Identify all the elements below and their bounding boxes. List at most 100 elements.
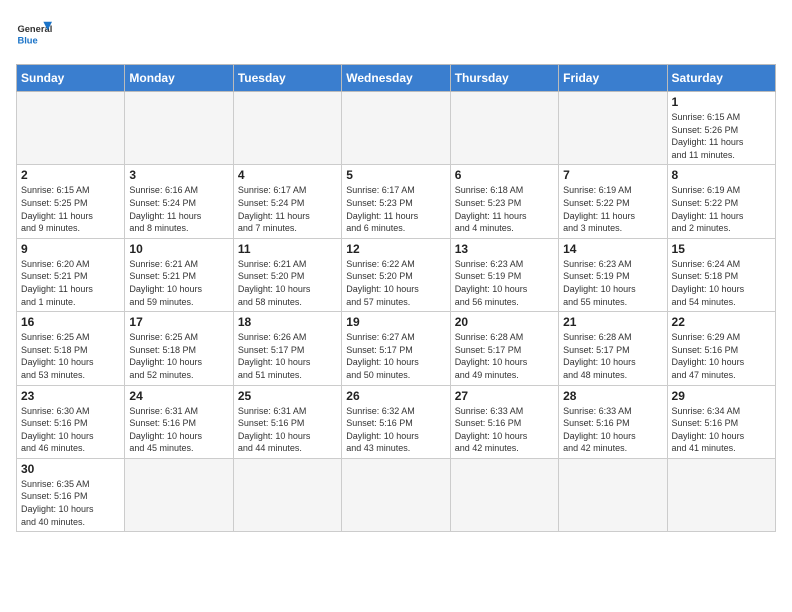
calendar-cell bbox=[559, 458, 667, 531]
day-number: 8 bbox=[672, 168, 771, 182]
calendar-cell: 9 Sunrise: 6:20 AM Sunset: 5:21 PM Daylig… bbox=[17, 238, 125, 311]
day-header-saturday: Saturday bbox=[667, 65, 775, 92]
day-info: Sunrise: 6:23 AM Sunset: 5:19 PM Dayligh… bbox=[563, 258, 662, 308]
calendar-cell bbox=[233, 458, 341, 531]
day-header-sunday: Sunday bbox=[17, 65, 125, 92]
calendar-cell: 8 Sunrise: 6:19 AM Sunset: 5:22 PM Daylig… bbox=[667, 165, 775, 238]
calendar-cell: 5Sunrise: 6:17 AM Sunset: 5:23 PM Daylig… bbox=[342, 165, 450, 238]
day-number: 13 bbox=[455, 242, 554, 256]
day-number: 7 bbox=[563, 168, 662, 182]
day-info: Sunrise: 6:26 AM Sunset: 5:17 PM Dayligh… bbox=[238, 331, 337, 381]
calendar-table: SundayMondayTuesdayWednesdayThursdayFrid… bbox=[16, 64, 776, 532]
day-number: 17 bbox=[129, 315, 228, 329]
day-header-thursday: Thursday bbox=[450, 65, 558, 92]
day-number: 19 bbox=[346, 315, 445, 329]
day-info: Sunrise: 6:34 AM Sunset: 5:16 PM Dayligh… bbox=[672, 405, 771, 455]
day-number: 10 bbox=[129, 242, 228, 256]
calendar-cell: 17 Sunrise: 6:25 AM Sunset: 5:18 PM Dayli… bbox=[125, 312, 233, 385]
calendar-cell bbox=[342, 458, 450, 531]
calendar-week-1: 1 Sunrise: 6:15 AM Sunset: 5:26 PM Daylig… bbox=[17, 92, 776, 165]
day-number: 6 bbox=[455, 168, 554, 182]
calendar-cell: 16 Sunrise: 6:25 AM Sunset: 5:18 PM Dayli… bbox=[17, 312, 125, 385]
day-info: Sunrise: 6:17 AM Sunset: 5:24 PM Dayligh… bbox=[238, 184, 337, 234]
calendar-cell bbox=[667, 458, 775, 531]
calendar-cell: 19 Sunrise: 6:27 AM Sunset: 5:17 PM Dayli… bbox=[342, 312, 450, 385]
calendar-header-row: SundayMondayTuesdayWednesdayThursdayFrid… bbox=[17, 65, 776, 92]
day-number: 11 bbox=[238, 242, 337, 256]
day-number: 20 bbox=[455, 315, 554, 329]
calendar-cell: 29 Sunrise: 6:34 AM Sunset: 5:16 PM Dayli… bbox=[667, 385, 775, 458]
calendar-week-2: 2Sunrise: 6:15 AM Sunset: 5:25 PM Daylig… bbox=[17, 165, 776, 238]
calendar-cell: 15Sunrise: 6:24 AM Sunset: 5:18 PM Dayli… bbox=[667, 238, 775, 311]
calendar-cell: 3Sunrise: 6:16 AM Sunset: 5:24 PM Daylig… bbox=[125, 165, 233, 238]
calendar-cell bbox=[17, 92, 125, 165]
day-number: 27 bbox=[455, 389, 554, 403]
day-info: Sunrise: 6:19 AM Sunset: 5:22 PM Dayligh… bbox=[672, 184, 771, 234]
day-number: 24 bbox=[129, 389, 228, 403]
day-number: 9 bbox=[21, 242, 120, 256]
day-info: Sunrise: 6:27 AM Sunset: 5:17 PM Dayligh… bbox=[346, 331, 445, 381]
day-number: 23 bbox=[21, 389, 120, 403]
day-number: 12 bbox=[346, 242, 445, 256]
calendar-cell: 12 Sunrise: 6:22 AM Sunset: 5:20 PM Dayli… bbox=[342, 238, 450, 311]
calendar-cell bbox=[450, 458, 558, 531]
calendar-cell: 21Sunrise: 6:28 AM Sunset: 5:17 PM Dayli… bbox=[559, 312, 667, 385]
page-header: General Blue bbox=[16, 16, 776, 52]
day-info: Sunrise: 6:25 AM Sunset: 5:18 PM Dayligh… bbox=[129, 331, 228, 381]
calendar-cell: 25 Sunrise: 6:31 AM Sunset: 5:16 PM Dayli… bbox=[233, 385, 341, 458]
calendar-cell bbox=[125, 458, 233, 531]
calendar-cell: 4Sunrise: 6:17 AM Sunset: 5:24 PM Daylig… bbox=[233, 165, 341, 238]
day-info: Sunrise: 6:32 AM Sunset: 5:16 PM Dayligh… bbox=[346, 405, 445, 455]
calendar-cell: 30 Sunrise: 6:35 AM Sunset: 5:16 PM Dayli… bbox=[17, 458, 125, 531]
calendar-cell: 13 Sunrise: 6:23 AM Sunset: 5:19 PM Dayli… bbox=[450, 238, 558, 311]
day-info: Sunrise: 6:25 AM Sunset: 5:18 PM Dayligh… bbox=[21, 331, 120, 381]
day-info: Sunrise: 6:21 AM Sunset: 5:20 PM Dayligh… bbox=[238, 258, 337, 308]
calendar-cell bbox=[342, 92, 450, 165]
day-number: 1 bbox=[672, 95, 771, 109]
calendar-cell bbox=[559, 92, 667, 165]
logo: General Blue bbox=[16, 16, 52, 52]
calendar-cell: 10Sunrise: 6:21 AM Sunset: 5:21 PM Dayli… bbox=[125, 238, 233, 311]
day-info: Sunrise: 6:15 AM Sunset: 5:26 PM Dayligh… bbox=[672, 111, 771, 161]
day-info: Sunrise: 6:20 AM Sunset: 5:21 PM Dayligh… bbox=[21, 258, 120, 308]
calendar-cell: 7Sunrise: 6:19 AM Sunset: 5:22 PM Daylig… bbox=[559, 165, 667, 238]
calendar-cell bbox=[233, 92, 341, 165]
day-info: Sunrise: 6:29 AM Sunset: 5:16 PM Dayligh… bbox=[672, 331, 771, 381]
calendar-cell: 2Sunrise: 6:15 AM Sunset: 5:25 PM Daylig… bbox=[17, 165, 125, 238]
calendar-week-5: 23 Sunrise: 6:30 AM Sunset: 5:16 PM Dayli… bbox=[17, 385, 776, 458]
day-info: Sunrise: 6:30 AM Sunset: 5:16 PM Dayligh… bbox=[21, 405, 120, 455]
calendar-cell bbox=[450, 92, 558, 165]
day-info: Sunrise: 6:24 AM Sunset: 5:18 PM Dayligh… bbox=[672, 258, 771, 308]
day-number: 22 bbox=[672, 315, 771, 329]
calendar-cell: 6 Sunrise: 6:18 AM Sunset: 5:23 PM Daylig… bbox=[450, 165, 558, 238]
calendar-week-3: 9 Sunrise: 6:20 AM Sunset: 5:21 PM Daylig… bbox=[17, 238, 776, 311]
day-info: Sunrise: 6:31 AM Sunset: 5:16 PM Dayligh… bbox=[129, 405, 228, 455]
day-header-monday: Monday bbox=[125, 65, 233, 92]
day-number: 28 bbox=[563, 389, 662, 403]
day-number: 26 bbox=[346, 389, 445, 403]
calendar-cell: 26 Sunrise: 6:32 AM Sunset: 5:16 PM Dayli… bbox=[342, 385, 450, 458]
day-info: Sunrise: 6:31 AM Sunset: 5:16 PM Dayligh… bbox=[238, 405, 337, 455]
calendar-cell: 24 Sunrise: 6:31 AM Sunset: 5:16 PM Dayli… bbox=[125, 385, 233, 458]
day-info: Sunrise: 6:22 AM Sunset: 5:20 PM Dayligh… bbox=[346, 258, 445, 308]
day-number: 25 bbox=[238, 389, 337, 403]
day-info: Sunrise: 6:23 AM Sunset: 5:19 PM Dayligh… bbox=[455, 258, 554, 308]
calendar-week-6: 30 Sunrise: 6:35 AM Sunset: 5:16 PM Dayli… bbox=[17, 458, 776, 531]
generalblue-logo-icon: General Blue bbox=[16, 16, 52, 52]
day-header-friday: Friday bbox=[559, 65, 667, 92]
day-number: 16 bbox=[21, 315, 120, 329]
day-info: Sunrise: 6:33 AM Sunset: 5:16 PM Dayligh… bbox=[563, 405, 662, 455]
calendar-cell: 28 Sunrise: 6:33 AM Sunset: 5:16 PM Dayli… bbox=[559, 385, 667, 458]
calendar-cell bbox=[125, 92, 233, 165]
svg-text:Blue: Blue bbox=[17, 35, 37, 45]
calendar-cell: 1 Sunrise: 6:15 AM Sunset: 5:26 PM Daylig… bbox=[667, 92, 775, 165]
day-number: 30 bbox=[21, 462, 120, 476]
day-info: Sunrise: 6:35 AM Sunset: 5:16 PM Dayligh… bbox=[21, 478, 120, 528]
day-header-tuesday: Tuesday bbox=[233, 65, 341, 92]
day-number: 14 bbox=[563, 242, 662, 256]
day-info: Sunrise: 6:18 AM Sunset: 5:23 PM Dayligh… bbox=[455, 184, 554, 234]
calendar-cell: 18 Sunrise: 6:26 AM Sunset: 5:17 PM Dayli… bbox=[233, 312, 341, 385]
calendar-cell: 14 Sunrise: 6:23 AM Sunset: 5:19 PM Dayli… bbox=[559, 238, 667, 311]
day-number: 18 bbox=[238, 315, 337, 329]
day-number: 29 bbox=[672, 389, 771, 403]
